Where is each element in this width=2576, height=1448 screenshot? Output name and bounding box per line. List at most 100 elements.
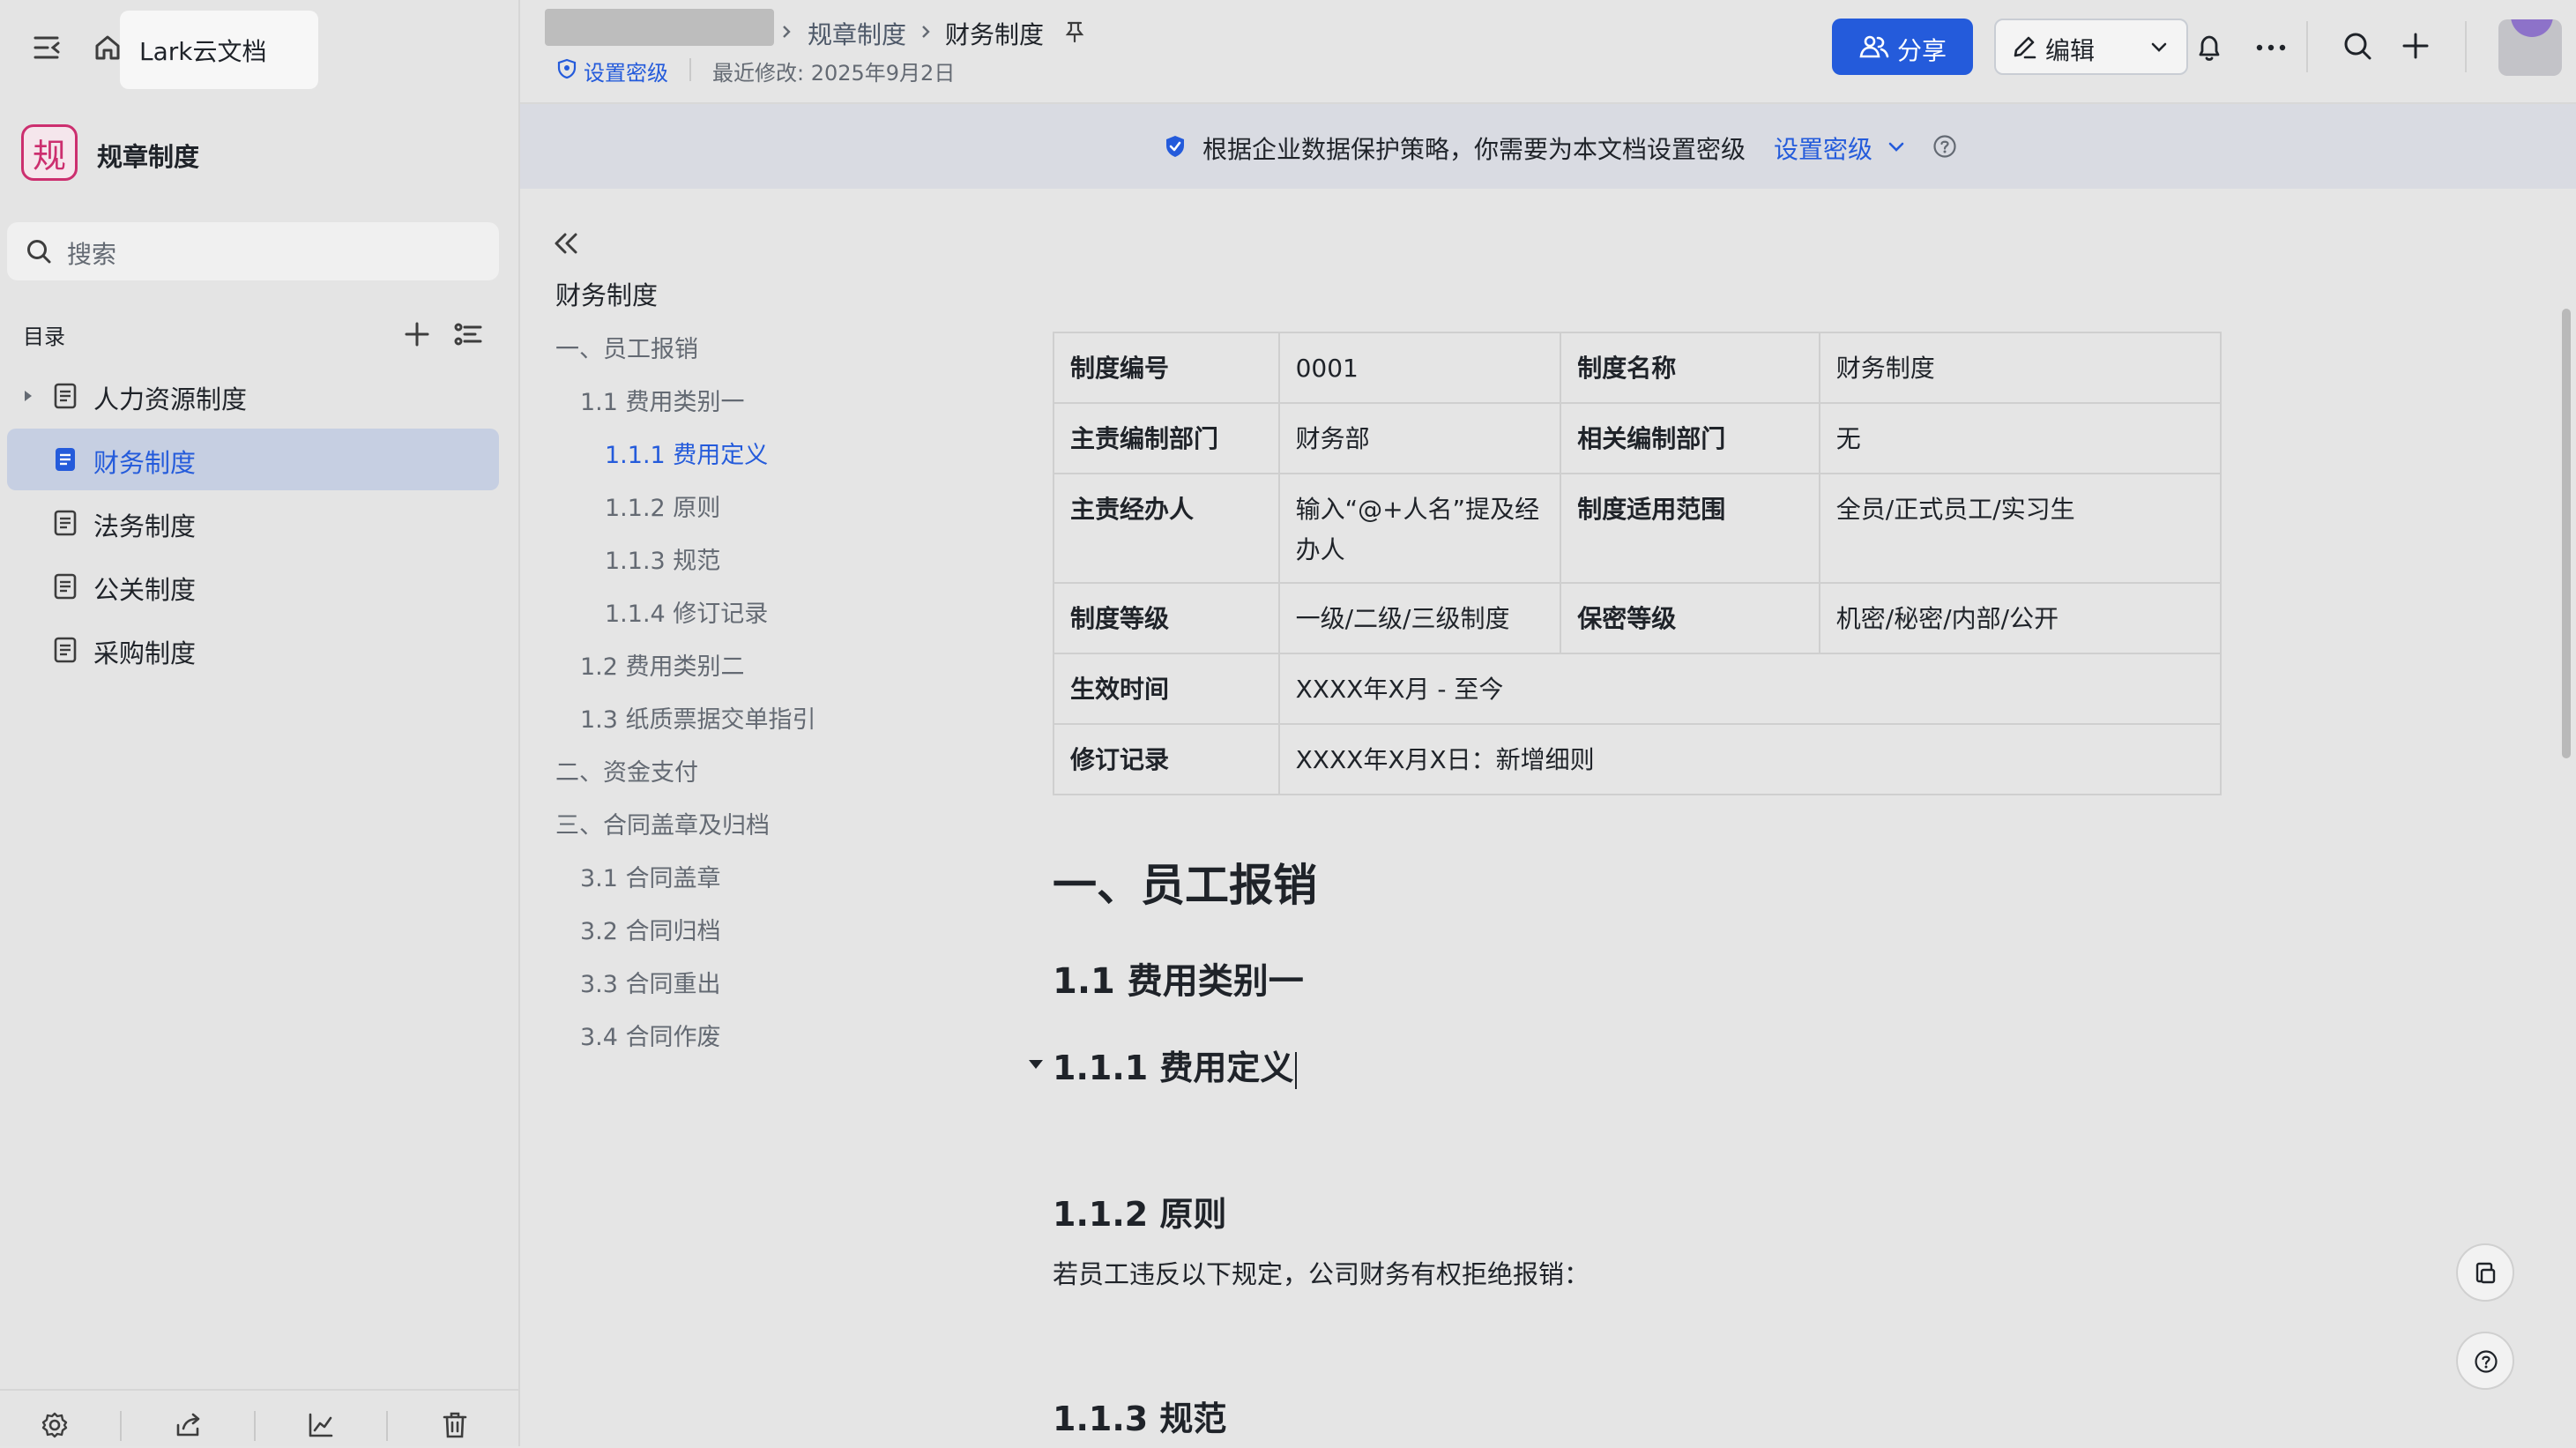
copy-doc-button[interactable] (2456, 1243, 2514, 1302)
heading-3[interactable]: 1.1.2 原则 (1053, 1187, 1226, 1235)
chevron-down-icon (2148, 38, 2170, 57)
table-cell[interactable]: 主责经办人 (1053, 473, 1280, 584)
help-icon[interactable] (1931, 132, 1959, 160)
search-placeholder: 搜索 (67, 240, 117, 269)
outline-item[interactable]: 1.1.3 规范 (605, 541, 720, 576)
outline-root[interactable]: 财务制度 (555, 275, 658, 312)
add-icon[interactable] (400, 317, 434, 351)
heading-2[interactable]: 1.1 费用类别一 (1053, 952, 1304, 1004)
table-cell[interactable]: 修订记录 (1053, 723, 1280, 795)
search-icon[interactable] (2340, 28, 2375, 63)
collapse-sidebar-icon[interactable] (26, 26, 69, 69)
heading-3-current[interactable]: 1.1.1 费用定义 (1053, 1041, 1298, 1089)
table-cell[interactable]: 0001 (1277, 332, 1562, 404)
outline-item-active[interactable]: 1.1.1 费用定义 (605, 436, 768, 470)
sidebar-item-legal[interactable]: 法务制度 (7, 492, 499, 554)
collapse-outline-icon[interactable] (548, 226, 584, 261)
chevron-down-icon[interactable] (1885, 138, 1908, 157)
document-icon (51, 635, 79, 665)
avatar[interactable] (2498, 19, 2562, 76)
outline-item[interactable]: 三、合同盖章及归档 (555, 806, 770, 840)
outline-item[interactable]: 1.1.2 原则 (605, 489, 720, 523)
sidebar-item-finance[interactable]: 财务制度 (7, 429, 499, 490)
heading-3[interactable]: 1.1.3 规范 (1053, 1392, 1226, 1440)
edit-label: 编辑 (2045, 36, 2096, 65)
paragraph[interactable]: 若员工违反以下规定，公司财务有权拒绝报销： (1053, 1254, 1590, 1291)
chevron-right-icon (917, 19, 934, 44)
outline-item[interactable]: 3.3 合同重出 (580, 965, 721, 999)
heading-1[interactable]: 一、员工报销 (1053, 850, 1317, 914)
last-modified: 最近修改: 2025年9月2日 (712, 61, 956, 86)
metadata-table: 制度编号 0001 制度名称 财务制度 主责编制部门 财务部 相关编制部门 无 … (1053, 332, 2222, 795)
table-cell[interactable]: 无 (1818, 402, 2222, 474)
trash-icon[interactable] (437, 1407, 473, 1443)
outline-item[interactable]: 1.3 纸质票据交单指引 (580, 700, 816, 735)
bell-icon[interactable] (2192, 30, 2227, 65)
scrollbar[interactable] (2562, 309, 2571, 758)
sidebar-item-procurement[interactable]: 采购制度 (7, 619, 499, 681)
search-icon (25, 237, 53, 265)
outline-item[interactable]: 1.2 费用类别二 (580, 647, 745, 682)
document-icon (51, 571, 79, 601)
table-cell[interactable]: 全员/正式员工/实习生 (1818, 473, 2222, 584)
table-cell[interactable]: 相关编制部门 (1560, 402, 1820, 474)
breadcrumb-item[interactable]: 规章制度 (808, 16, 906, 51)
table-cell[interactable]: 制度适用范围 (1560, 473, 1820, 584)
space-logo: 规 (21, 124, 78, 181)
pin-icon[interactable] (1061, 18, 1088, 46)
outline-item[interactable]: 3.2 合同归档 (580, 912, 721, 946)
table-row: 主责编制部门 财务部 相关编制部门 无 (1053, 402, 2222, 474)
set-security-link[interactable]: 设置密级 (584, 56, 668, 86)
table-cell[interactable]: XXXX年X月 - 至今 (1277, 653, 2222, 725)
divider (689, 58, 691, 81)
sidebar: Lark云文档 规 规章制度 搜索 目录 人力资源制度 财务制度 法务制度 公关… (0, 0, 520, 1446)
outline-item[interactable]: 1.1 费用类别一 (580, 383, 745, 417)
security-banner: 根据企业数据保护策略，你需要为本文档设置密级 设置密级 (520, 104, 2576, 189)
help-icon (2473, 1348, 2499, 1375)
table-cell[interactable]: 保密等级 (1560, 582, 1820, 654)
table-cell[interactable]: 一级/二级/三级制度 (1277, 582, 1562, 654)
outline-item[interactable]: 3.1 合同盖章 (580, 859, 721, 893)
shield-icon (555, 56, 578, 81)
outline-item[interactable]: 二、资金支付 (555, 753, 698, 787)
divider (2306, 21, 2308, 72)
divider (2465, 21, 2467, 72)
sidebar-item-label: 人力资源制度 (93, 384, 248, 414)
document-copy-icon (2473, 1260, 2499, 1287)
toc-label: 目录 (23, 325, 65, 349)
outline-item[interactable]: 1.1.4 修订记录 (605, 594, 768, 629)
list-settings-icon[interactable] (451, 317, 485, 351)
divider (120, 1411, 122, 1441)
banner-set-security-link[interactable]: 设置密级 (1774, 131, 1872, 166)
outline-item[interactable]: 3.4 合同作废 (580, 1018, 721, 1052)
table-cell[interactable]: 主责编制部门 (1053, 402, 1280, 474)
breadcrumb-current[interactable]: 财务制度 (945, 16, 1044, 51)
share-out-icon[interactable] (171, 1407, 206, 1443)
outline-item[interactable]: 一、员工报销 (555, 330, 698, 364)
sidebar-item-pr[interactable]: 公关制度 (7, 556, 499, 617)
space-name[interactable]: 规章制度 (97, 137, 199, 174)
document-icon (51, 381, 79, 411)
table-cell[interactable]: XXXX年X月X日：新增细则 (1277, 723, 2222, 795)
table-cell[interactable]: 机密/秘密/内部/公开 (1818, 582, 2222, 654)
search-input[interactable]: 搜索 (7, 222, 499, 280)
document-icon (51, 444, 79, 474)
table-cell[interactable]: 生效时间 (1053, 653, 1280, 725)
settings-icon[interactable] (37, 1407, 72, 1443)
more-icon[interactable] (2252, 30, 2290, 65)
table-cell[interactable]: 制度名称 (1560, 332, 1820, 404)
share-button[interactable]: 分享 (1832, 19, 1973, 75)
table-cell[interactable]: 财务部 (1277, 402, 1562, 474)
edit-button[interactable]: 编辑 (1994, 19, 2188, 75)
table-cell[interactable]: 制度等级 (1053, 582, 1280, 654)
collapse-heading-icon[interactable] (1024, 1053, 1047, 1076)
help-button[interactable] (2456, 1332, 2514, 1390)
expand-arrow-icon[interactable] (19, 384, 37, 407)
plus-icon[interactable] (2398, 28, 2433, 63)
table-cell[interactable]: 财务制度 (1818, 332, 2222, 404)
sidebar-item-hr[interactable]: 人力资源制度 (7, 365, 499, 427)
table-cell[interactable]: 制度编号 (1053, 332, 1280, 404)
table-row: 制度等级 一级/二级/三级制度 保密等级 机密/秘密/内部/公开 (1053, 582, 2222, 654)
analytics-icon[interactable] (303, 1407, 339, 1443)
table-cell[interactable]: 输入“@+人名”提及经办人 (1277, 473, 1562, 584)
